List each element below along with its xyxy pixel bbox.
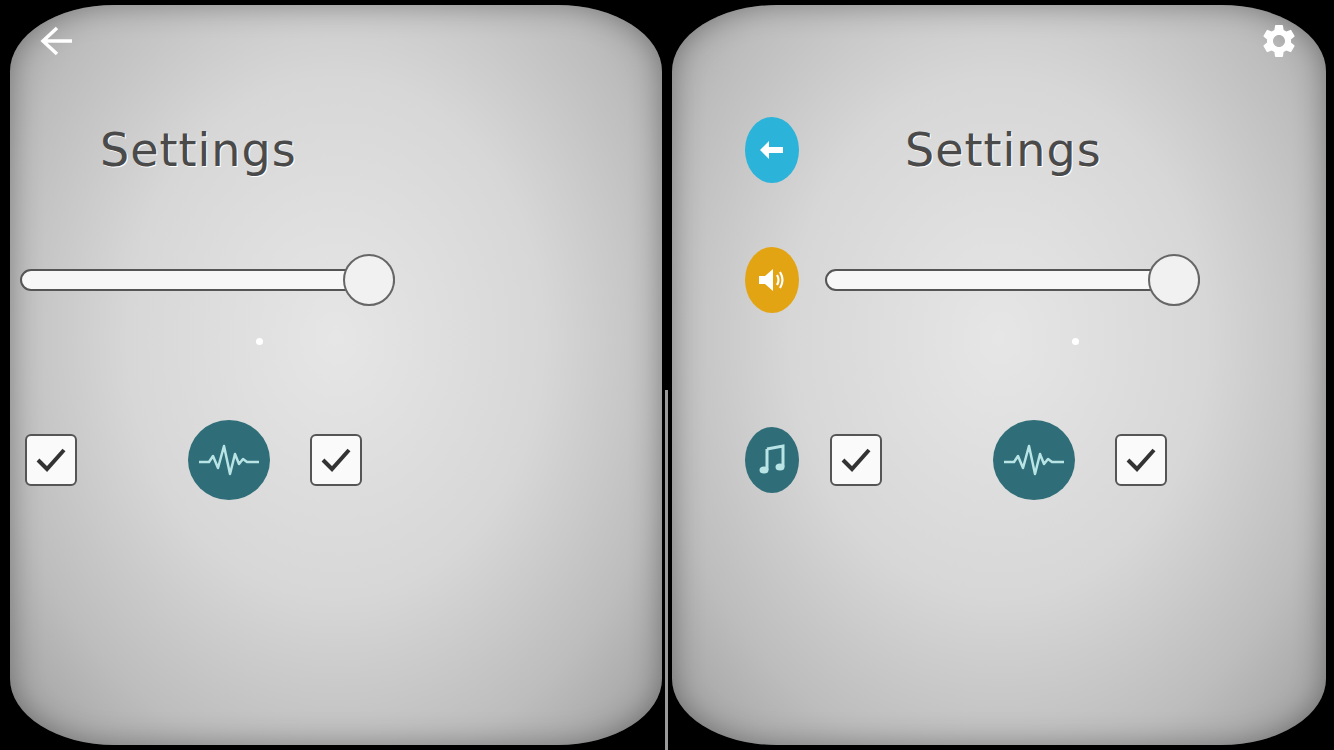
settings-button[interactable] [1258, 20, 1300, 62]
back-arrow-icon [757, 138, 787, 162]
slider-knob[interactable] [1148, 254, 1200, 306]
left-eye: Settings [0, 0, 665, 750]
slider-knob[interactable] [343, 254, 395, 306]
eye-view: Settings [10, 5, 662, 745]
gaze-reticle [1072, 338, 1079, 345]
checkbox[interactable] [1115, 434, 1167, 486]
gear-icon [1259, 21, 1299, 61]
checkbox[interactable] [25, 434, 77, 486]
eye-view: Settings [672, 5, 1326, 745]
volume-slider[interactable] [20, 254, 395, 306]
volume-button[interactable] [745, 247, 799, 313]
settings-title: Settings [825, 120, 1326, 180]
settings-panel: Settings [10, 5, 662, 501]
back-button[interactable] [36, 20, 78, 62]
speaker-icon [755, 263, 789, 297]
slider-track [825, 269, 1200, 291]
slider-track [20, 269, 395, 291]
right-eye: Settings [668, 0, 1334, 750]
eye-divider [665, 390, 668, 750]
checkbox[interactable] [310, 434, 362, 486]
music-note-icon [757, 443, 787, 477]
pulse-button[interactable] [188, 420, 270, 500]
pulse-button[interactable] [993, 420, 1075, 500]
settings-title: Settings [20, 120, 662, 180]
vr-screen: Settings Settings [0, 0, 1334, 750]
toggle-row [20, 419, 662, 501]
checkmark-icon [34, 445, 68, 475]
volume-slider[interactable] [825, 254, 1200, 306]
back-arrow-icon [39, 25, 75, 57]
back-button[interactable] [745, 117, 799, 183]
toggle-row [825, 419, 1326, 501]
checkbox[interactable] [830, 434, 882, 486]
music-button[interactable] [745, 427, 799, 493]
settings-panel: Settings [672, 5, 1326, 501]
checkmark-icon [319, 445, 353, 475]
gaze-reticle [256, 338, 263, 345]
checkmark-icon [839, 445, 873, 475]
checkmark-icon [1124, 445, 1158, 475]
waveform-icon [1002, 442, 1066, 478]
waveform-icon [197, 442, 261, 478]
